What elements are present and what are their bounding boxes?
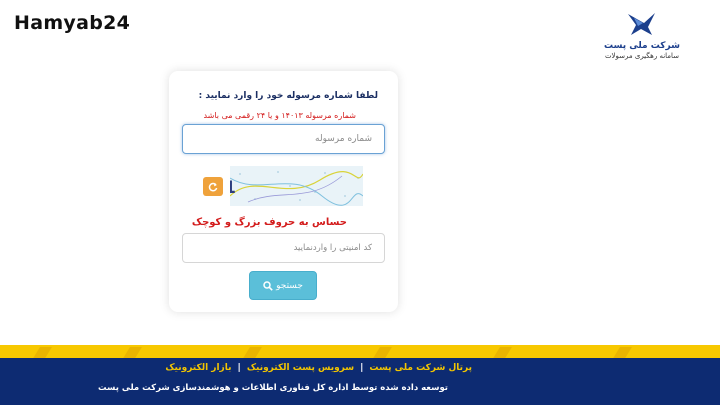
footer-separator: |: [360, 363, 364, 373]
search-button-label: جستجو: [276, 280, 303, 291]
footer-accent-band: [0, 345, 720, 358]
security-code-input[interactable]: [182, 233, 385, 263]
footer-credit: توسعه داده شده توسط اداره کل فناوری اطلا…: [98, 383, 448, 393]
form-prompt: لطفا شماره مرسوله خود را وارد نمایید :: [198, 91, 378, 101]
national-post-logo[interactable]: شرکت ملی پست سامانه رهگیری مرسولات: [600, 10, 684, 66]
search-icon: [263, 280, 273, 291]
logo-subtitle: سامانه رهگیری مرسولات: [604, 52, 680, 60]
footer-link-email-service[interactable]: سرویس پست الکترونیک: [247, 363, 354, 373]
search-button[interactable]: جستجو: [249, 271, 317, 300]
footer-link-e-market[interactable]: بازار الکترونیک: [165, 363, 231, 373]
captcha-refresh-button[interactable]: [203, 177, 223, 196]
tracking-number-input[interactable]: [182, 124, 385, 154]
refresh-icon: [208, 182, 218, 192]
footer-link-post-portal[interactable]: پرتال شرکت ملی پست: [369, 363, 472, 373]
tracking-form-card: لطفا شماره مرسوله خود را وارد نمایید : ش…: [169, 71, 398, 312]
site-footer: پرتال شرکت ملی پست | سرویس پست الکترونیک | ب…: [0, 358, 720, 405]
captcha-text: 374121: [230, 178, 236, 198]
tracking-number-hint: شماره مرسوله ۱۴۰۱۳ و یا ۲۴ رقمی می باشد: [203, 111, 356, 120]
captcha-image: 374121: [230, 166, 363, 206]
case-sensitive-note: حساس به حروف بزرگ و کوچک: [191, 217, 347, 228]
footer-links: پرتال شرکت ملی پست | سرویس پست الکترونیک | ب…: [165, 363, 472, 373]
post-bird-icon: [628, 13, 655, 35]
logo-title: شرکت ملی پست: [604, 41, 680, 51]
footer-separator: |: [237, 363, 241, 373]
watermark: Hamyab24: [14, 12, 131, 34]
